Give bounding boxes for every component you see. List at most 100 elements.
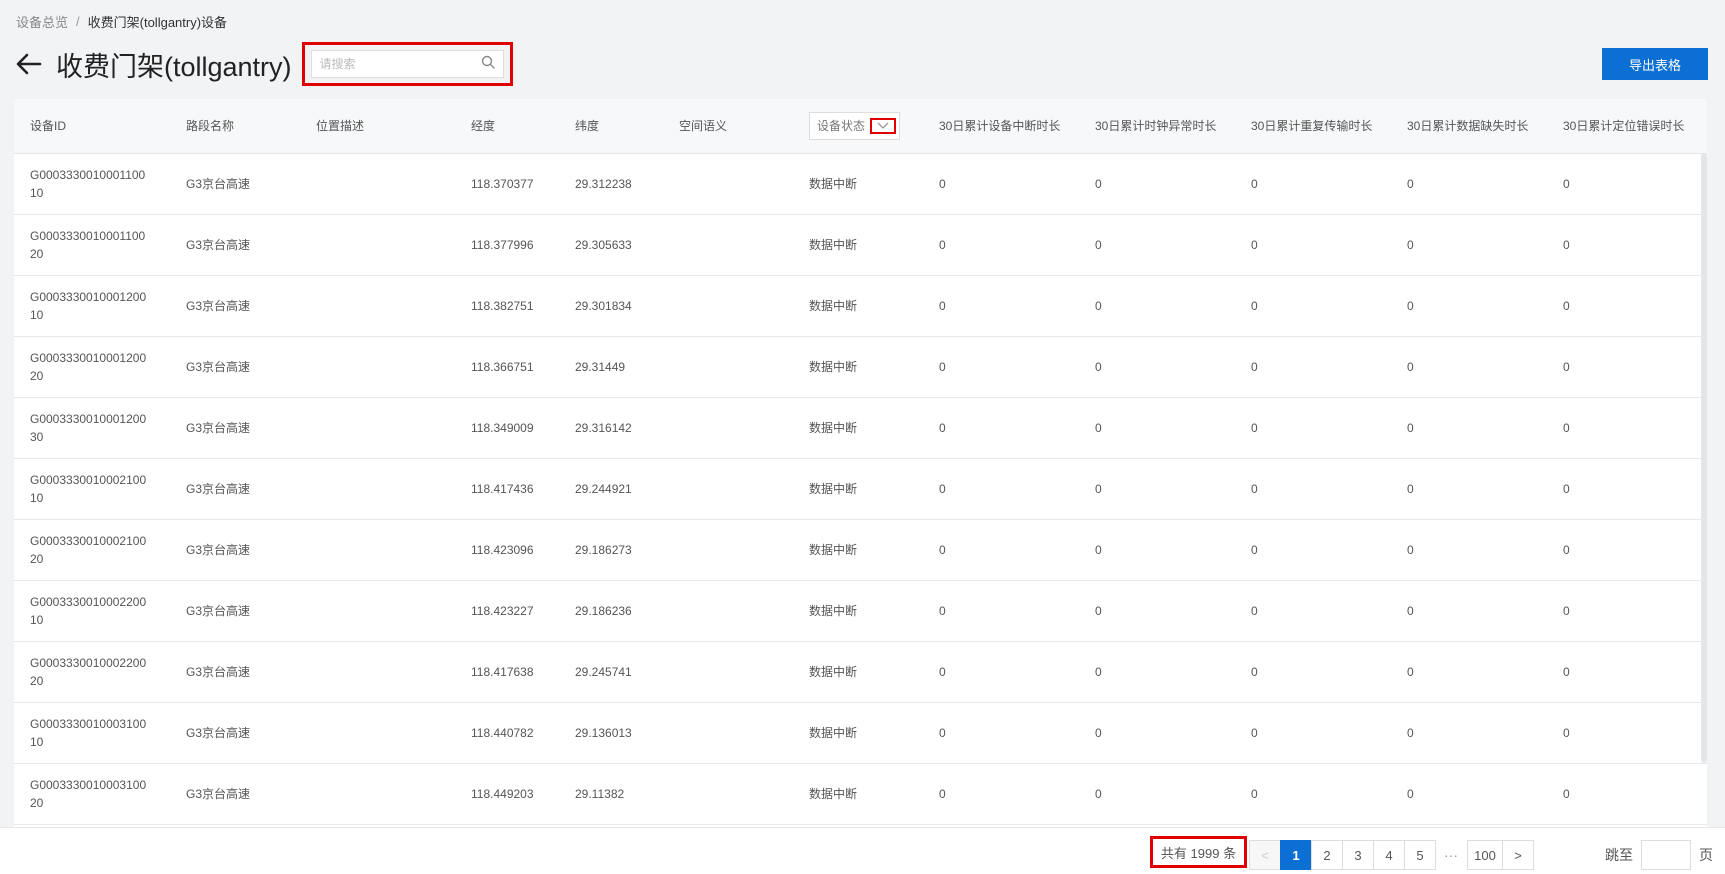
longitude-cell: 118.449203 (455, 763, 559, 825)
spatial-semantic-cell (663, 702, 793, 764)
longitude-cell: 118.370377 (455, 153, 559, 215)
device-id-cell: G000333001000110020 (14, 214, 170, 276)
device-status-cell: 数据中断 (793, 519, 923, 581)
table-row[interactable]: G000333001000120030 G3京台高速 118.349009 29.31… (14, 397, 1707, 459)
clock-anomaly-duration-cell: 0 (1079, 397, 1235, 459)
table-row[interactable]: G000333001000210020 G3京台高速 118.423096 29.18… (14, 519, 1707, 581)
missing-duration-cell: 0 (1391, 580, 1547, 642)
location-cell (300, 153, 455, 215)
location-error-duration-cell: 0 (1547, 702, 1707, 764)
device-status-cell: 数据中断 (793, 275, 923, 337)
interrupt-duration-cell: 0 (923, 641, 1079, 703)
missing-duration-cell: 0 (1391, 153, 1547, 215)
clock-anomaly-duration-cell: 0 (1079, 763, 1235, 825)
duplicate-duration-cell: 0 (1235, 275, 1391, 337)
table-row[interactable]: G000333001000120010 G3京台高速 118.382751 29.30… (14, 275, 1707, 337)
table-scrollbar[interactable] (1701, 153, 1707, 763)
location-cell (300, 580, 455, 642)
clock-anomaly-duration-cell: 0 (1079, 580, 1235, 642)
clock-anomaly-duration-cell: 0 (1079, 702, 1235, 764)
latitude-cell: 29.305633 (559, 214, 663, 276)
table-row[interactable]: G000333001000110020 G3京台高速 118.377996 29.30… (14, 214, 1707, 276)
location-error-duration-cell: 0 (1547, 763, 1707, 825)
location-cell (300, 214, 455, 276)
status-filter-label: 设备状态 (817, 119, 866, 134)
search-icon[interactable] (481, 55, 495, 74)
table-row[interactable]: G000333001000220010 G3京台高速 118.423227 29.18… (14, 580, 1707, 642)
breadcrumb-separator: / (76, 14, 80, 29)
page-button-1[interactable]: 1 (1280, 840, 1312, 870)
breadcrumb-root[interactable]: 设备总览 (16, 12, 68, 31)
spatial-semantic-cell (663, 153, 793, 215)
longitude-cell: 118.440782 (455, 702, 559, 764)
duplicate-duration-cell: 0 (1235, 458, 1391, 520)
location-error-duration-cell: 0 (1547, 458, 1707, 520)
page-button-4[interactable]: 4 (1373, 840, 1405, 870)
page-button-last[interactable]: 100 (1467, 840, 1503, 870)
interrupt-duration-cell: 0 (923, 763, 1079, 825)
interrupt-duration-cell: 0 (923, 275, 1079, 337)
column-header: 经度 (455, 99, 559, 154)
location-error-duration-cell: 0 (1547, 641, 1707, 703)
interrupt-duration-cell: 0 (923, 397, 1079, 459)
missing-duration-cell: 0 (1391, 458, 1547, 520)
spatial-semantic-cell (663, 214, 793, 276)
road-name-cell: G3京台高速 (170, 397, 300, 459)
table-row[interactable]: G000333001000220020 G3京台高速 118.417638 29.24… (14, 641, 1707, 703)
table-row[interactable]: G000333001000110010 G3京台高速 118.370377 29.31… (14, 153, 1707, 215)
prev-page-button[interactable]: < (1249, 840, 1281, 870)
missing-duration-cell: 0 (1391, 336, 1547, 398)
latitude-cell: 29.31449 (559, 336, 663, 398)
page-button-5[interactable]: 5 (1404, 840, 1436, 870)
status-filter-dropdown[interactable]: 设备状态 (809, 111, 901, 140)
page-unit-label: 页 (1699, 847, 1713, 863)
road-name-cell: G3京台高速 (170, 214, 300, 276)
device-id-cell: G000333001000210020 (14, 519, 170, 581)
arrow-left-icon[interactable] (14, 49, 44, 79)
device-status-cell: 数据中断 (793, 763, 923, 825)
export-button[interactable]: 导出表格 (1602, 48, 1708, 80)
table-row[interactable]: G000333001000120020 G3京台高速 118.366751 29.31… (14, 336, 1707, 398)
table-row[interactable]: G000333001000310010 G3京台高速 118.440782 29.13… (14, 702, 1707, 764)
spatial-semantic-cell (663, 580, 793, 642)
missing-duration-cell: 0 (1391, 275, 1547, 337)
location-error-duration-cell: 0 (1547, 214, 1707, 276)
table-row[interactable]: G000333001000210010 G3京台高速 118.417436 29.24… (14, 458, 1707, 520)
device-table: 设备ID 路段名称 位置描述 经度 纬度 空间语义 设备状态 30日累计设备中断… (14, 99, 1707, 825)
column-header: 30日累计设备中断时长 (923, 99, 1079, 154)
clock-anomaly-duration-cell: 0 (1079, 519, 1235, 581)
device-status-cell: 数据中断 (793, 458, 923, 520)
clock-anomaly-duration-cell: 0 (1079, 214, 1235, 276)
search-highlight (301, 42, 513, 86)
duplicate-duration-cell: 0 (1235, 519, 1391, 581)
device-id-cell: G000333001000310010 (14, 702, 170, 764)
page-header: 收费门架(tollgantry) 导出表格 (14, 42, 1708, 86)
search-input[interactable] (319, 57, 481, 71)
longitude-cell: 118.366751 (455, 336, 559, 398)
location-cell (300, 763, 455, 825)
road-name-cell: G3京台高速 (170, 275, 300, 337)
page-ellipsis[interactable]: ··· (1435, 840, 1467, 870)
spatial-semantic-cell (663, 275, 793, 337)
interrupt-duration-cell: 0 (923, 702, 1079, 764)
device-id-cell: G000333001000220020 (14, 641, 170, 703)
spatial-semantic-cell (663, 397, 793, 459)
page-button-3[interactable]: 3 (1342, 840, 1374, 870)
duplicate-duration-cell: 0 (1235, 763, 1391, 825)
chevron-down-icon[interactable] (870, 117, 897, 134)
duplicate-duration-cell: 0 (1235, 641, 1391, 703)
table-row[interactable]: G000333001000310020 G3京台高速 118.449203 29.11… (14, 763, 1707, 825)
clock-anomaly-duration-cell: 0 (1079, 153, 1235, 215)
location-error-duration-cell: 0 (1547, 580, 1707, 642)
spatial-semantic-cell (663, 763, 793, 825)
page-jump: 跳至 页 (1605, 840, 1713, 870)
device-status-cell: 数据中断 (793, 336, 923, 398)
duplicate-duration-cell: 0 (1235, 702, 1391, 764)
missing-duration-cell: 0 (1391, 641, 1547, 703)
missing-duration-cell: 0 (1391, 702, 1547, 764)
location-cell (300, 275, 455, 337)
next-page-button[interactable]: > (1502, 840, 1534, 870)
jump-page-input[interactable] (1641, 840, 1691, 870)
page-button-2[interactable]: 2 (1311, 840, 1343, 870)
device-status-cell: 数据中断 (793, 214, 923, 276)
